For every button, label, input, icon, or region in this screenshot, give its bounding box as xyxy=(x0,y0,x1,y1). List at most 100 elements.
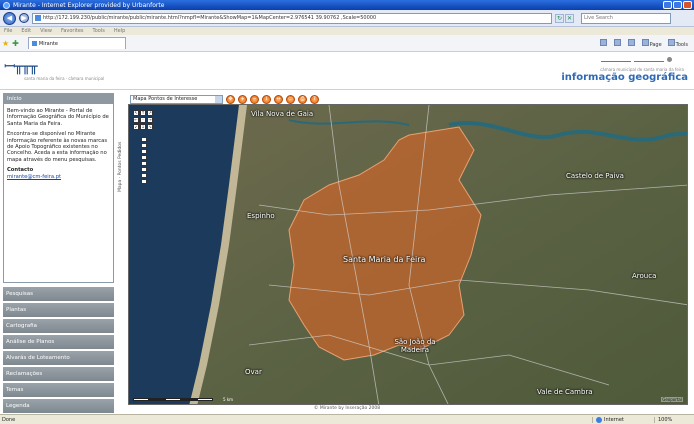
info-panel-title: Início xyxy=(4,94,113,104)
header-go-icon[interactable] xyxy=(667,57,672,62)
zoom-level-6[interactable] xyxy=(141,167,147,172)
menu-edit[interactable]: Edit xyxy=(21,27,31,35)
sidebar-menu: Pesquisas Plantas Cartografia Análise de… xyxy=(3,287,114,413)
address-toolbar: ◀ ▶ http://172.199.230/public/mirante/pu… xyxy=(0,10,694,27)
menu-file[interactable]: File xyxy=(4,27,12,35)
scale-label: 5 km xyxy=(223,397,234,402)
feeds-icon[interactable] xyxy=(613,38,622,48)
menu-bar: File Edit View Favorites Tools Help xyxy=(0,27,694,35)
map-label-ovar: Ovar xyxy=(245,368,262,376)
zoom-level-3[interactable] xyxy=(141,149,147,154)
map-credit: Geoportal xyxy=(661,397,683,402)
welcome-text: Bem-vindo ao Mirante - Portal de Informa… xyxy=(7,108,109,127)
menu-help[interactable]: Help xyxy=(114,27,125,35)
sidebar-item-pesquisas[interactable]: Pesquisas xyxy=(3,287,114,301)
refresh-stop-group: ↻ ✕ xyxy=(555,13,574,23)
map-side-tab[interactable]: Mapa · Pontos Pedidos xyxy=(118,102,126,192)
pan-w-button[interactable]: ← xyxy=(133,117,139,123)
print-icon[interactable] xyxy=(627,38,636,48)
tab-toolbar: ★ ✚ Mirante Page Tools xyxy=(0,35,694,52)
menu-view[interactable]: View xyxy=(40,27,52,35)
maximize-button[interactable] xyxy=(673,1,682,9)
page-content: ꟷ╥╥╥ santa maria da feira · câmara munic… xyxy=(0,52,694,414)
pan-e-button[interactable]: → xyxy=(147,117,153,123)
pan-ne-button[interactable]: ↗ xyxy=(147,110,153,116)
forward-button[interactable]: ▶ xyxy=(19,13,29,23)
tab-page-icon xyxy=(31,41,37,46)
pan-se-button[interactable]: ↘ xyxy=(147,124,153,130)
zoom-level-1[interactable] xyxy=(141,137,147,142)
stop-icon[interactable]: ✕ xyxy=(565,13,574,23)
pan-n-button[interactable]: ↑ xyxy=(140,110,146,116)
pan-center-button[interactable]: · xyxy=(140,117,146,123)
sidebar-item-cartografia[interactable]: Cartografia xyxy=(3,319,114,333)
pan-sw-button[interactable]: ↙ xyxy=(133,124,139,130)
map-label-sao-joao-da-madeira: São João da Madeira xyxy=(394,338,436,354)
map-view[interactable]: ↖ ↑ ↗ ← · → ↙ ↓ ↘ Vila Nova de Gaia Espinho Sa… xyxy=(128,104,688,405)
help-tool-icon[interactable]: ? xyxy=(310,94,319,104)
status-text: Done xyxy=(2,416,16,423)
logo-text: santa maria da feira · câmara municipal xyxy=(24,76,105,81)
page-menu-button[interactable]: Page xyxy=(641,38,662,48)
close-window-button[interactable] xyxy=(683,1,692,9)
menu-favorites[interactable]: Favorites xyxy=(61,27,84,35)
back-button[interactable]: ◀ xyxy=(3,11,16,25)
zoom-level-7[interactable] xyxy=(141,173,147,178)
measure-tool-icon[interactable]: ↔ xyxy=(274,94,283,104)
map-label-vila-nova-de-gaia: Vila Nova de Gaia xyxy=(251,110,314,118)
info-panel-body: Bem-vindo ao Mirante - Portal de Informa… xyxy=(4,104,113,188)
news-text: Encontra-se disponível no Mirante inform… xyxy=(7,131,108,163)
add-favorite-icon[interactable]: ✚ xyxy=(12,39,19,48)
sidebar: Início Bem-vindo ao Mirante - Portal de … xyxy=(3,93,114,413)
map-label-vale-de-cambra: Vale de Cambra xyxy=(537,388,593,396)
pan-tool-icon[interactable]: ✥ xyxy=(226,94,235,104)
page-icon xyxy=(35,15,41,21)
menu-tools[interactable]: Tools xyxy=(93,27,105,35)
command-bar: Page Tools xyxy=(599,38,694,48)
address-text: http://172.199.230/public/mirante/public… xyxy=(43,15,377,21)
address-field[interactable]: http://172.199.230/public/mirante/public… xyxy=(32,12,552,24)
sidebar-item-analise-planos[interactable]: Análise de Planos xyxy=(3,335,114,349)
contact-email-link[interactable]: mirante@cm-feira.pt xyxy=(7,174,61,180)
zoom-level[interactable]: 100% xyxy=(654,416,694,423)
map-label-espinho: Espinho xyxy=(247,212,275,220)
sidebar-item-temas[interactable]: Temas xyxy=(3,383,114,397)
sidebar-item-alvaras[interactable]: Alvarás de Loteamento xyxy=(3,351,114,365)
favorites-star-icon[interactable]: ★ xyxy=(2,39,9,48)
print-map-icon[interactable]: ⎙ xyxy=(298,94,307,104)
header-field-1[interactable] xyxy=(601,56,631,62)
zoom-out-tool-icon[interactable]: − xyxy=(250,94,259,104)
sidebar-item-reclamacoes[interactable]: Reclamações xyxy=(3,367,114,381)
window-title: Mirante - Internet Explorer provided by … xyxy=(13,1,165,9)
home-icon[interactable] xyxy=(599,38,608,48)
zoom-slider[interactable] xyxy=(141,137,148,185)
info-panel: Início Bem-vindo ao Mirante - Portal de … xyxy=(3,93,114,283)
search-input[interactable]: Live Search xyxy=(581,12,671,24)
ie-icon xyxy=(3,1,10,9)
window-titlebar: Mirante - Internet Explorer provided by … xyxy=(0,0,694,10)
identify-tool-icon[interactable]: i xyxy=(262,94,271,104)
pan-nw-button[interactable]: ↖ xyxy=(133,110,139,116)
zoom-level-5[interactable] xyxy=(141,161,147,166)
tools-menu-button[interactable]: Tools xyxy=(667,38,688,48)
area-tool-icon[interactable]: ▭ xyxy=(286,94,295,104)
minimize-button[interactable] xyxy=(663,1,672,9)
window-controls xyxy=(663,1,692,9)
sidebar-item-plantas[interactable]: Plantas xyxy=(3,303,114,317)
contact-heading: Contacto xyxy=(7,167,34,174)
refresh-icon[interactable]: ↻ xyxy=(555,13,564,23)
pan-s-button[interactable]: ↓ xyxy=(140,124,146,130)
header-field-2[interactable] xyxy=(634,56,664,62)
security-zone[interactable]: Internet xyxy=(592,416,654,423)
zoom-level-2[interactable] xyxy=(141,143,147,148)
tab-mirante[interactable]: Mirante xyxy=(27,37,126,49)
header-search-fields xyxy=(601,56,664,62)
basemap-select[interactable]: Mapa Pontos de Interesse xyxy=(130,94,223,104)
zoom-in-tool-icon[interactable]: + xyxy=(238,94,247,104)
municipality-logo-icon[interactable]: ꟷ╥╥╥ xyxy=(4,57,38,77)
brand-title: informação geográfica xyxy=(561,72,688,83)
page-footer: © Mirante by Inseração 2008 xyxy=(313,406,381,411)
zoom-level-4[interactable] xyxy=(141,155,147,160)
zoom-level-8[interactable] xyxy=(141,179,147,184)
map-label-arouca: Arouca xyxy=(632,272,657,280)
